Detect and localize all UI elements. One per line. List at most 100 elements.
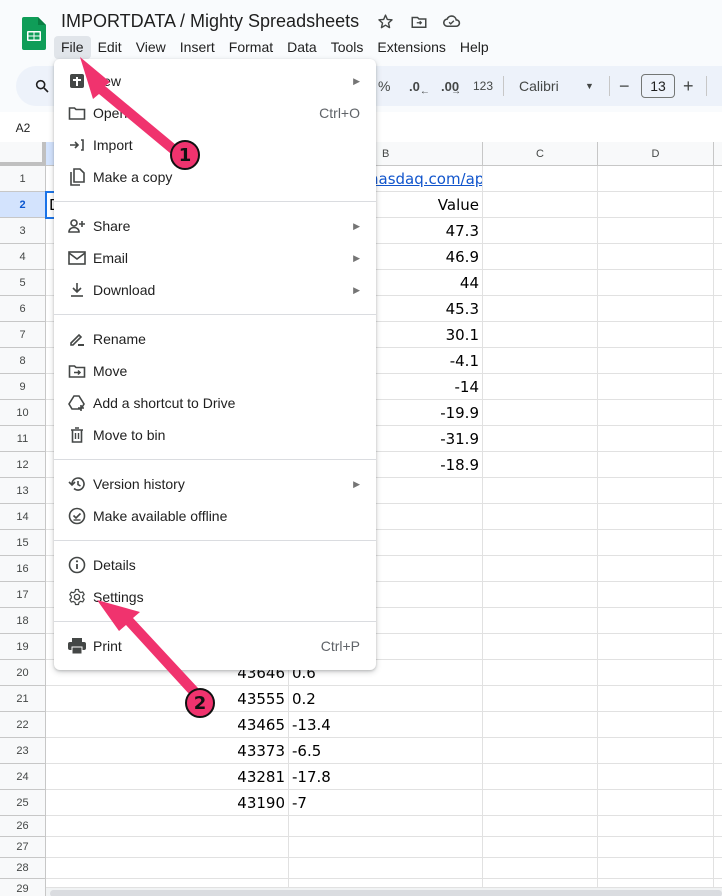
row-header[interactable]: 1 bbox=[0, 166, 46, 192]
cell-c25[interactable] bbox=[483, 790, 598, 816]
row-header[interactable]: 8 bbox=[0, 348, 46, 374]
menu-item-download[interactable]: Download ▶ bbox=[54, 274, 376, 306]
cell-d3[interactable] bbox=[598, 218, 714, 244]
row-header[interactable]: 23 bbox=[0, 738, 46, 764]
cell-a21[interactable]: 43555 bbox=[46, 686, 289, 712]
format-percent-button[interactable]: % bbox=[378, 66, 390, 106]
cell-a25[interactable]: 43190 bbox=[46, 790, 289, 816]
cell-d22[interactable] bbox=[598, 712, 714, 738]
row-header[interactable]: 6 bbox=[0, 296, 46, 322]
cell-e7[interactable] bbox=[714, 322, 722, 348]
row-header[interactable]: 10 bbox=[0, 400, 46, 426]
menu-help[interactable]: Help bbox=[453, 36, 496, 59]
cell-d2[interactable] bbox=[598, 192, 714, 218]
cell-c19[interactable] bbox=[483, 634, 598, 660]
row-header[interactable]: 28 bbox=[0, 858, 46, 879]
menu-item-settings[interactable]: Settings bbox=[54, 581, 376, 613]
cell-d24[interactable] bbox=[598, 764, 714, 790]
menu-item-print[interactable]: Print Ctrl+P bbox=[54, 630, 376, 662]
row-header[interactable]: 17 bbox=[0, 582, 46, 608]
row-header[interactable]: 19 bbox=[0, 634, 46, 660]
cell-e4[interactable] bbox=[714, 244, 722, 270]
row-header[interactable]: 3 bbox=[0, 218, 46, 244]
menu-extensions[interactable]: Extensions bbox=[370, 36, 452, 59]
cell-e15[interactable] bbox=[714, 530, 722, 556]
name-box[interactable]: A2 bbox=[0, 114, 46, 142]
cell-c28[interactable] bbox=[483, 858, 598, 879]
cell-c13[interactable] bbox=[483, 478, 598, 504]
row-header[interactable]: 5 bbox=[0, 270, 46, 296]
menu-item-move-to-bin[interactable]: Move to bin bbox=[54, 419, 376, 451]
cell-e8[interactable] bbox=[714, 348, 722, 374]
cell-b21[interactable]: 0.2 bbox=[289, 686, 483, 712]
cell-c16[interactable] bbox=[483, 556, 598, 582]
row-header[interactable]: 21 bbox=[0, 686, 46, 712]
cell-d5[interactable] bbox=[598, 270, 714, 296]
menu-item-version-history[interactable]: Version history ▶ bbox=[54, 468, 376, 500]
cell-e23[interactable] bbox=[714, 738, 722, 764]
search-menus-icon[interactable] bbox=[34, 66, 50, 106]
row-header[interactable]: 2 bbox=[0, 192, 46, 218]
cell-c1[interactable] bbox=[483, 166, 598, 192]
menu-view[interactable]: View bbox=[129, 36, 173, 59]
cell-e1[interactable] bbox=[714, 166, 722, 192]
cell-e9[interactable] bbox=[714, 374, 722, 400]
row-header[interactable]: 18 bbox=[0, 608, 46, 634]
column-header-e[interactable] bbox=[714, 142, 722, 166]
cell-c11[interactable] bbox=[483, 426, 598, 452]
menu-item-import[interactable]: Import bbox=[54, 129, 376, 161]
menu-file[interactable]: File bbox=[54, 36, 91, 59]
menu-item-email[interactable]: Email ▶ bbox=[54, 242, 376, 274]
cell-e28[interactable] bbox=[714, 858, 722, 879]
document-title[interactable]: IMPORTDATA / Mighty Spreadsheets bbox=[61, 11, 359, 32]
cell-a22[interactable]: 43465 bbox=[46, 712, 289, 738]
cell-d20[interactable] bbox=[598, 660, 714, 686]
cell-d17[interactable] bbox=[598, 582, 714, 608]
cell-d18[interactable] bbox=[598, 608, 714, 634]
cell-c2[interactable] bbox=[483, 192, 598, 218]
horizontal-scrollbar[interactable] bbox=[46, 887, 722, 896]
cell-d8[interactable] bbox=[598, 348, 714, 374]
cell-e18[interactable] bbox=[714, 608, 722, 634]
cell-e11[interactable] bbox=[714, 426, 722, 452]
cell-c7[interactable] bbox=[483, 322, 598, 348]
cell-d23[interactable] bbox=[598, 738, 714, 764]
cell-b28[interactable] bbox=[289, 858, 483, 879]
row-header[interactable]: 29 bbox=[0, 879, 46, 896]
cell-c22[interactable] bbox=[483, 712, 598, 738]
cell-b26[interactable] bbox=[289, 816, 483, 837]
menu-item-rename[interactable]: Rename bbox=[54, 323, 376, 355]
cell-d15[interactable] bbox=[598, 530, 714, 556]
sheets-logo-icon[interactable] bbox=[22, 17, 46, 50]
cell-a27[interactable] bbox=[46, 837, 289, 858]
row-header[interactable]: 27 bbox=[0, 837, 46, 858]
cell-c21[interactable] bbox=[483, 686, 598, 712]
scrollbar-thumb[interactable] bbox=[50, 890, 722, 896]
cell-c9[interactable] bbox=[483, 374, 598, 400]
row-header[interactable]: 16 bbox=[0, 556, 46, 582]
menu-edit[interactable]: Edit bbox=[91, 36, 129, 59]
cell-e17[interactable] bbox=[714, 582, 722, 608]
cell-c17[interactable] bbox=[483, 582, 598, 608]
select-all-corner[interactable] bbox=[0, 142, 46, 166]
row-header[interactable]: 24 bbox=[0, 764, 46, 790]
row-header[interactable]: 7 bbox=[0, 322, 46, 348]
cell-e21[interactable] bbox=[714, 686, 722, 712]
cell-d13[interactable] bbox=[598, 478, 714, 504]
cell-e26[interactable] bbox=[714, 816, 722, 837]
cell-e27[interactable] bbox=[714, 837, 722, 858]
cell-d9[interactable] bbox=[598, 374, 714, 400]
cell-c10[interactable] bbox=[483, 400, 598, 426]
decrease-font-size-button[interactable]: − bbox=[619, 66, 630, 106]
column-header-d[interactable]: D bbox=[598, 142, 714, 166]
cell-c14[interactable] bbox=[483, 504, 598, 530]
cell-d1[interactable] bbox=[598, 166, 714, 192]
cell-c8[interactable] bbox=[483, 348, 598, 374]
menu-item-move[interactable]: Move bbox=[54, 355, 376, 387]
cell-c20[interactable] bbox=[483, 660, 598, 686]
font-size-input[interactable]: 13 bbox=[641, 74, 675, 98]
cell-e20[interactable] bbox=[714, 660, 722, 686]
cell-d10[interactable] bbox=[598, 400, 714, 426]
menu-data[interactable]: Data bbox=[280, 36, 324, 59]
cloud-saved-icon[interactable] bbox=[442, 12, 461, 31]
